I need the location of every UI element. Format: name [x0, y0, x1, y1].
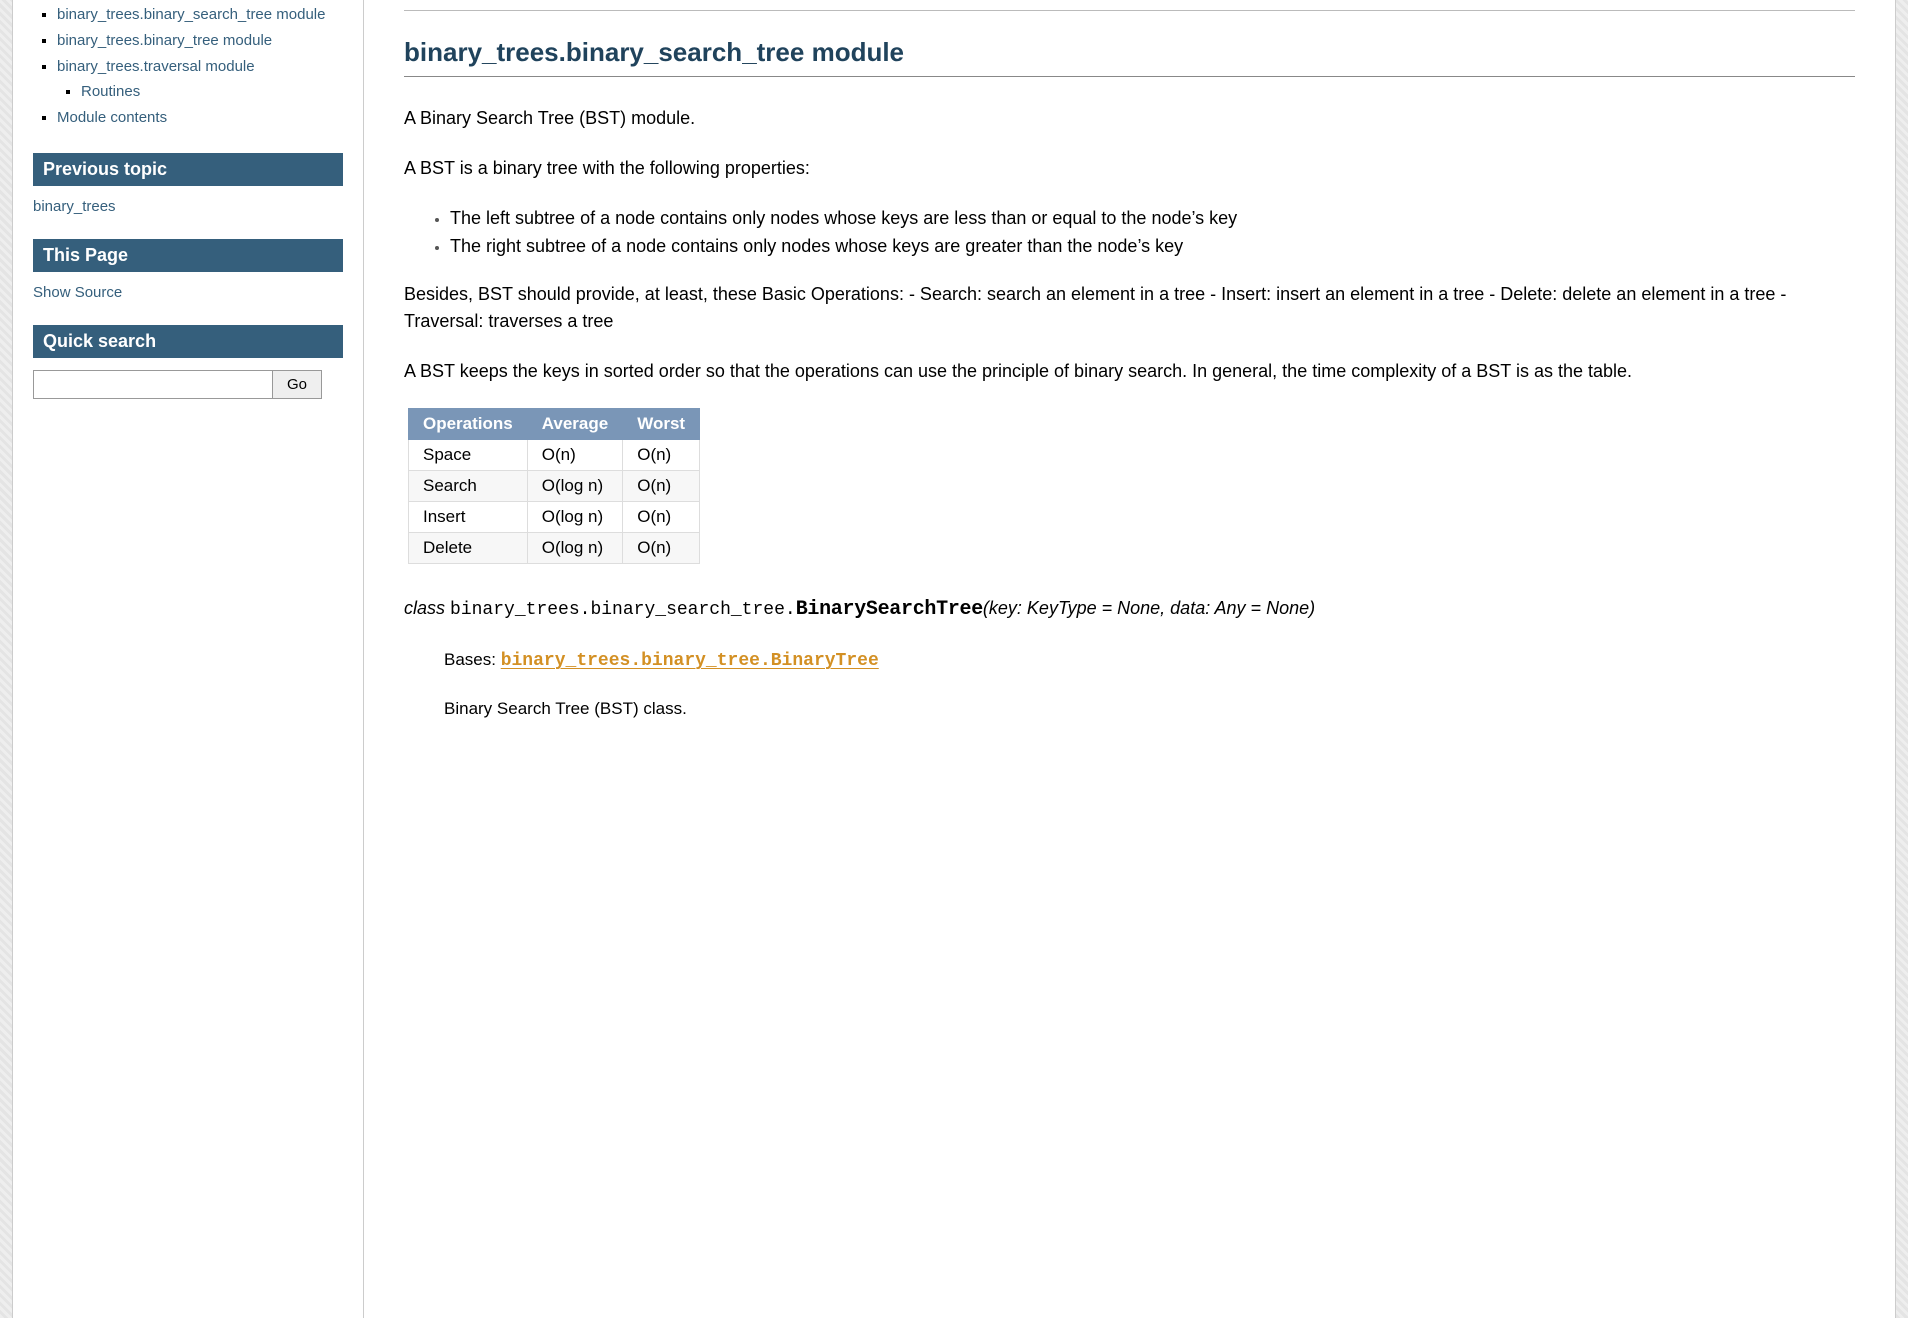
list-item: The right subtree of a node contains onl… [450, 233, 1855, 261]
table-cell: Space [409, 440, 528, 471]
table-cell: Delete [409, 533, 528, 564]
section-bst-module: binary_trees.binary_search_tree module A… [404, 10, 1855, 722]
section-title: binary_trees.binary_search_tree module [404, 10, 1855, 77]
sidebar-nav: binary_trees.binary_search_tree module b… [33, 4, 343, 129]
table-header: Operations [409, 409, 528, 440]
class-signature: class binary_trees.binary_search_tree.Bi… [404, 594, 1855, 625]
paragraph: A Binary Search Tree (BST) module. [404, 105, 1855, 133]
sidebar-item: Module contents [57, 107, 343, 129]
table-cell: O(log n) [527, 533, 622, 564]
class-keyword: class [404, 598, 445, 618]
table-row: Delete O(log n) O(n) [409, 533, 700, 564]
table-row: Insert O(log n) O(n) [409, 502, 700, 533]
bst-properties-list: The left subtree of a node contains only… [404, 205, 1855, 261]
table-cell: O(n) [623, 502, 700, 533]
search-input[interactable] [33, 370, 273, 399]
table-cell: O(n) [623, 440, 700, 471]
class-description: Binary Search Tree (BST) class. [444, 696, 1855, 722]
table-header: Worst [623, 409, 700, 440]
sidebar-item: binary_trees.binary_search_tree module [57, 4, 343, 26]
sidebar-link-binary-tree-module[interactable]: binary_trees.binary_tree module [57, 32, 272, 49]
table-cell: O(n) [623, 533, 700, 564]
sidebar-link-traversal-module[interactable]: binary_trees.traversal module [57, 58, 255, 75]
sidebar-link-module-contents[interactable]: Module contents [57, 109, 167, 126]
sidebar-item: binary_trees.binary_tree module [57, 30, 343, 52]
table-cell: O(n) [527, 440, 622, 471]
class-body: Bases: binary_trees.binary_tree.BinaryTr… [444, 647, 1855, 722]
sidebar-heading-quick-search: Quick search [33, 325, 343, 358]
sidebar-link-routines[interactable]: Routines [81, 83, 140, 100]
class-params: (key: KeyType = None, data: Any = None) [983, 598, 1315, 618]
sidebar-heading-previous-topic: Previous topic [33, 153, 343, 186]
bases-link[interactable]: binary_trees.binary_tree.BinaryTree [501, 651, 879, 671]
table-row: Search O(log n) O(n) [409, 471, 700, 502]
document-root: binary_trees.binary_search_tree module b… [12, 0, 1896, 1318]
table-cell: O(log n) [527, 471, 622, 502]
search-go-button[interactable] [272, 370, 322, 399]
bases-label: Bases: [444, 650, 501, 669]
sidebar-item: Routines [81, 81, 343, 103]
table-cell: Insert [409, 502, 528, 533]
sidebar-item: binary_trees.traversal module Routines [57, 56, 343, 104]
table-cell: O(log n) [527, 502, 622, 533]
paragraph: A BST keeps the keys in sorted order so … [404, 358, 1855, 386]
complexity-table: Operations Average Worst Space O(n) O(n)… [408, 408, 700, 564]
sidebar: binary_trees.binary_search_tree module b… [13, 0, 363, 1318]
sidebar-link-bst-module[interactable]: binary_trees.binary_search_tree module [57, 6, 325, 23]
show-source-link[interactable]: Show Source [33, 284, 122, 301]
sidebar-heading-this-page: This Page [33, 239, 343, 272]
paragraph: A BST is a binary tree with the followin… [404, 155, 1855, 183]
paragraph: Besides, BST should provide, at least, t… [404, 281, 1855, 337]
table-cell: O(n) [623, 471, 700, 502]
table-cell: Search [409, 471, 528, 502]
class-descname: BinarySearchTree [796, 598, 983, 621]
main-body: binary_trees.binary_search_tree module A… [363, 0, 1895, 1318]
quick-search-form [33, 370, 343, 399]
previous-topic-link[interactable]: binary_trees [33, 198, 116, 215]
table-row: Space O(n) O(n) [409, 440, 700, 471]
table-header: Average [527, 409, 622, 440]
list-item: The left subtree of a node contains only… [450, 205, 1855, 233]
class-prename: binary_trees.binary_search_tree. [450, 600, 796, 620]
